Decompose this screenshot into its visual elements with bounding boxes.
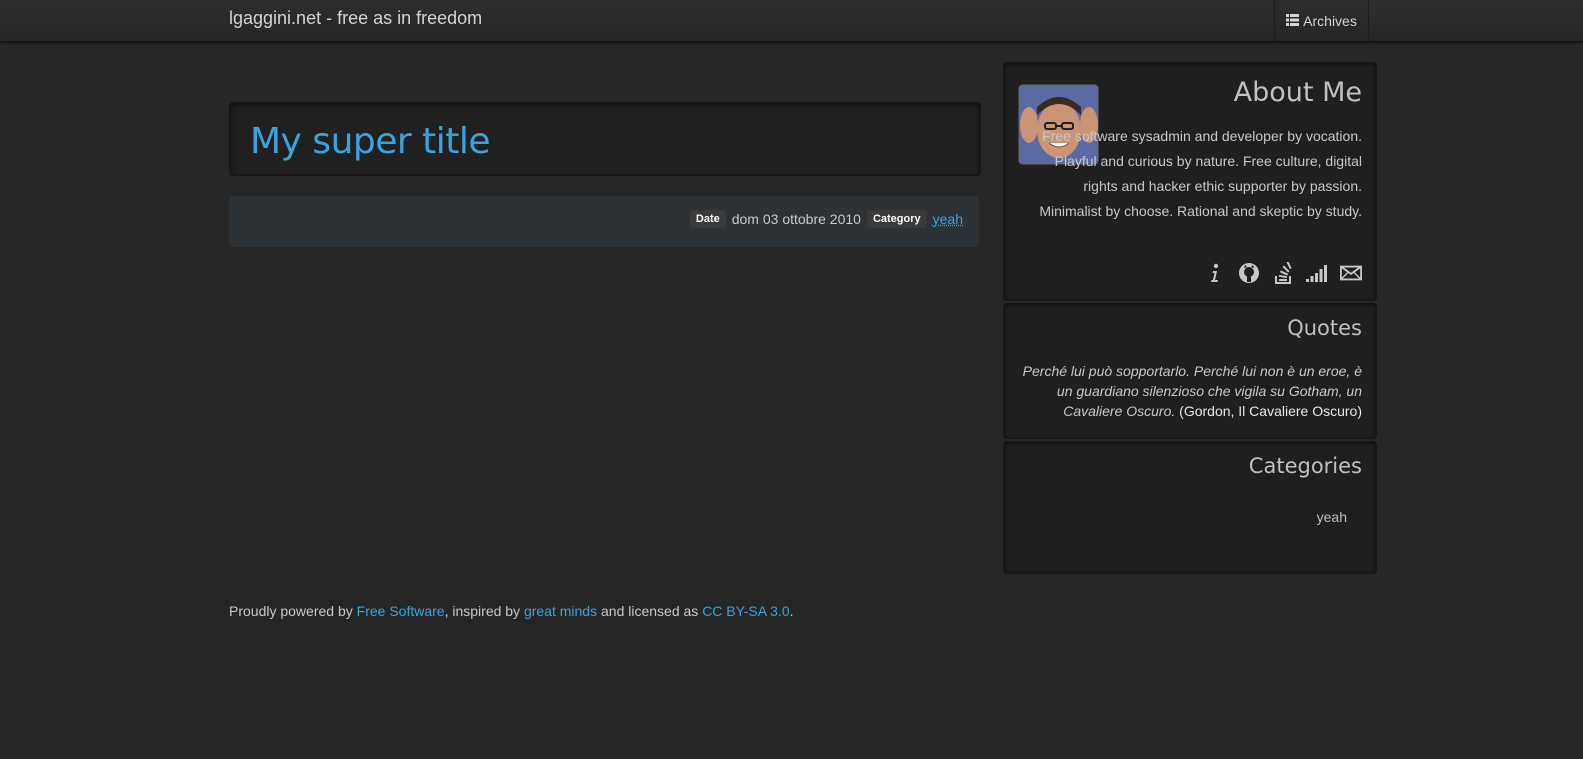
top-navbar: lgaggini.net - free as in freedom Archiv…	[0, 0, 1583, 42]
post-title-box: My super title	[229, 102, 981, 176]
footer-mid1: , inspired by	[444, 603, 524, 619]
footer-suffix: .	[789, 603, 794, 619]
post-title[interactable]: My super title	[250, 121, 491, 162]
stackoverflow-icon[interactable]	[1272, 262, 1294, 284]
footer-mid2: and licensed as	[597, 603, 703, 619]
site-brand-link[interactable]: lgaggini.net - free as in freedom	[229, 8, 482, 29]
archives-nav-link[interactable]: Archives	[1274, 0, 1369, 41]
category-item-yeah[interactable]: yeah	[1317, 509, 1347, 525]
quotes-panel: Quotes Perché lui può sopportarlo. Perch…	[1003, 303, 1377, 439]
date-label: Date	[689, 210, 726, 228]
about-text: Free software sysadmin and developer by …	[1039, 128, 1362, 219]
social-links	[1204, 262, 1362, 284]
free-software-link[interactable]: Free Software	[357, 603, 445, 619]
post-meta-bar: Date dom 03 ottobre 2010 Category yeah	[229, 196, 979, 247]
great-minds-link[interactable]: great minds	[524, 603, 597, 619]
mail-icon[interactable]	[1340, 262, 1362, 284]
post-category-link[interactable]: yeah	[933, 211, 963, 227]
list-icon	[1286, 13, 1303, 29]
quotes-heading: Quotes	[1287, 316, 1362, 340]
category-label: Category	[866, 210, 927, 228]
github-icon[interactable]	[1238, 262, 1260, 284]
info-icon[interactable]	[1204, 262, 1226, 284]
signal-icon[interactable]	[1306, 262, 1328, 284]
archives-label: Archives	[1303, 12, 1357, 29]
license-link[interactable]: CC BY-SA 3.0	[702, 603, 789, 619]
quote: Perché lui può sopportarlo. Perché lui n…	[1017, 361, 1362, 421]
categories-heading: Categories	[1248, 454, 1362, 478]
categories-panel: Categories yeah	[1003, 441, 1377, 574]
about-heading: About Me	[1233, 77, 1362, 108]
quote-source: (Gordon, Il Cavaliere Oscuro)	[1179, 403, 1362, 419]
about-me-panel: About Me Free software sysadmin and deve…	[1003, 62, 1377, 301]
post-date: dom 03 ottobre 2010	[731, 211, 861, 227]
footer: Proudly powered by Free Software, inspir…	[229, 603, 794, 619]
footer-prefix: Proudly powered by	[229, 603, 357, 619]
